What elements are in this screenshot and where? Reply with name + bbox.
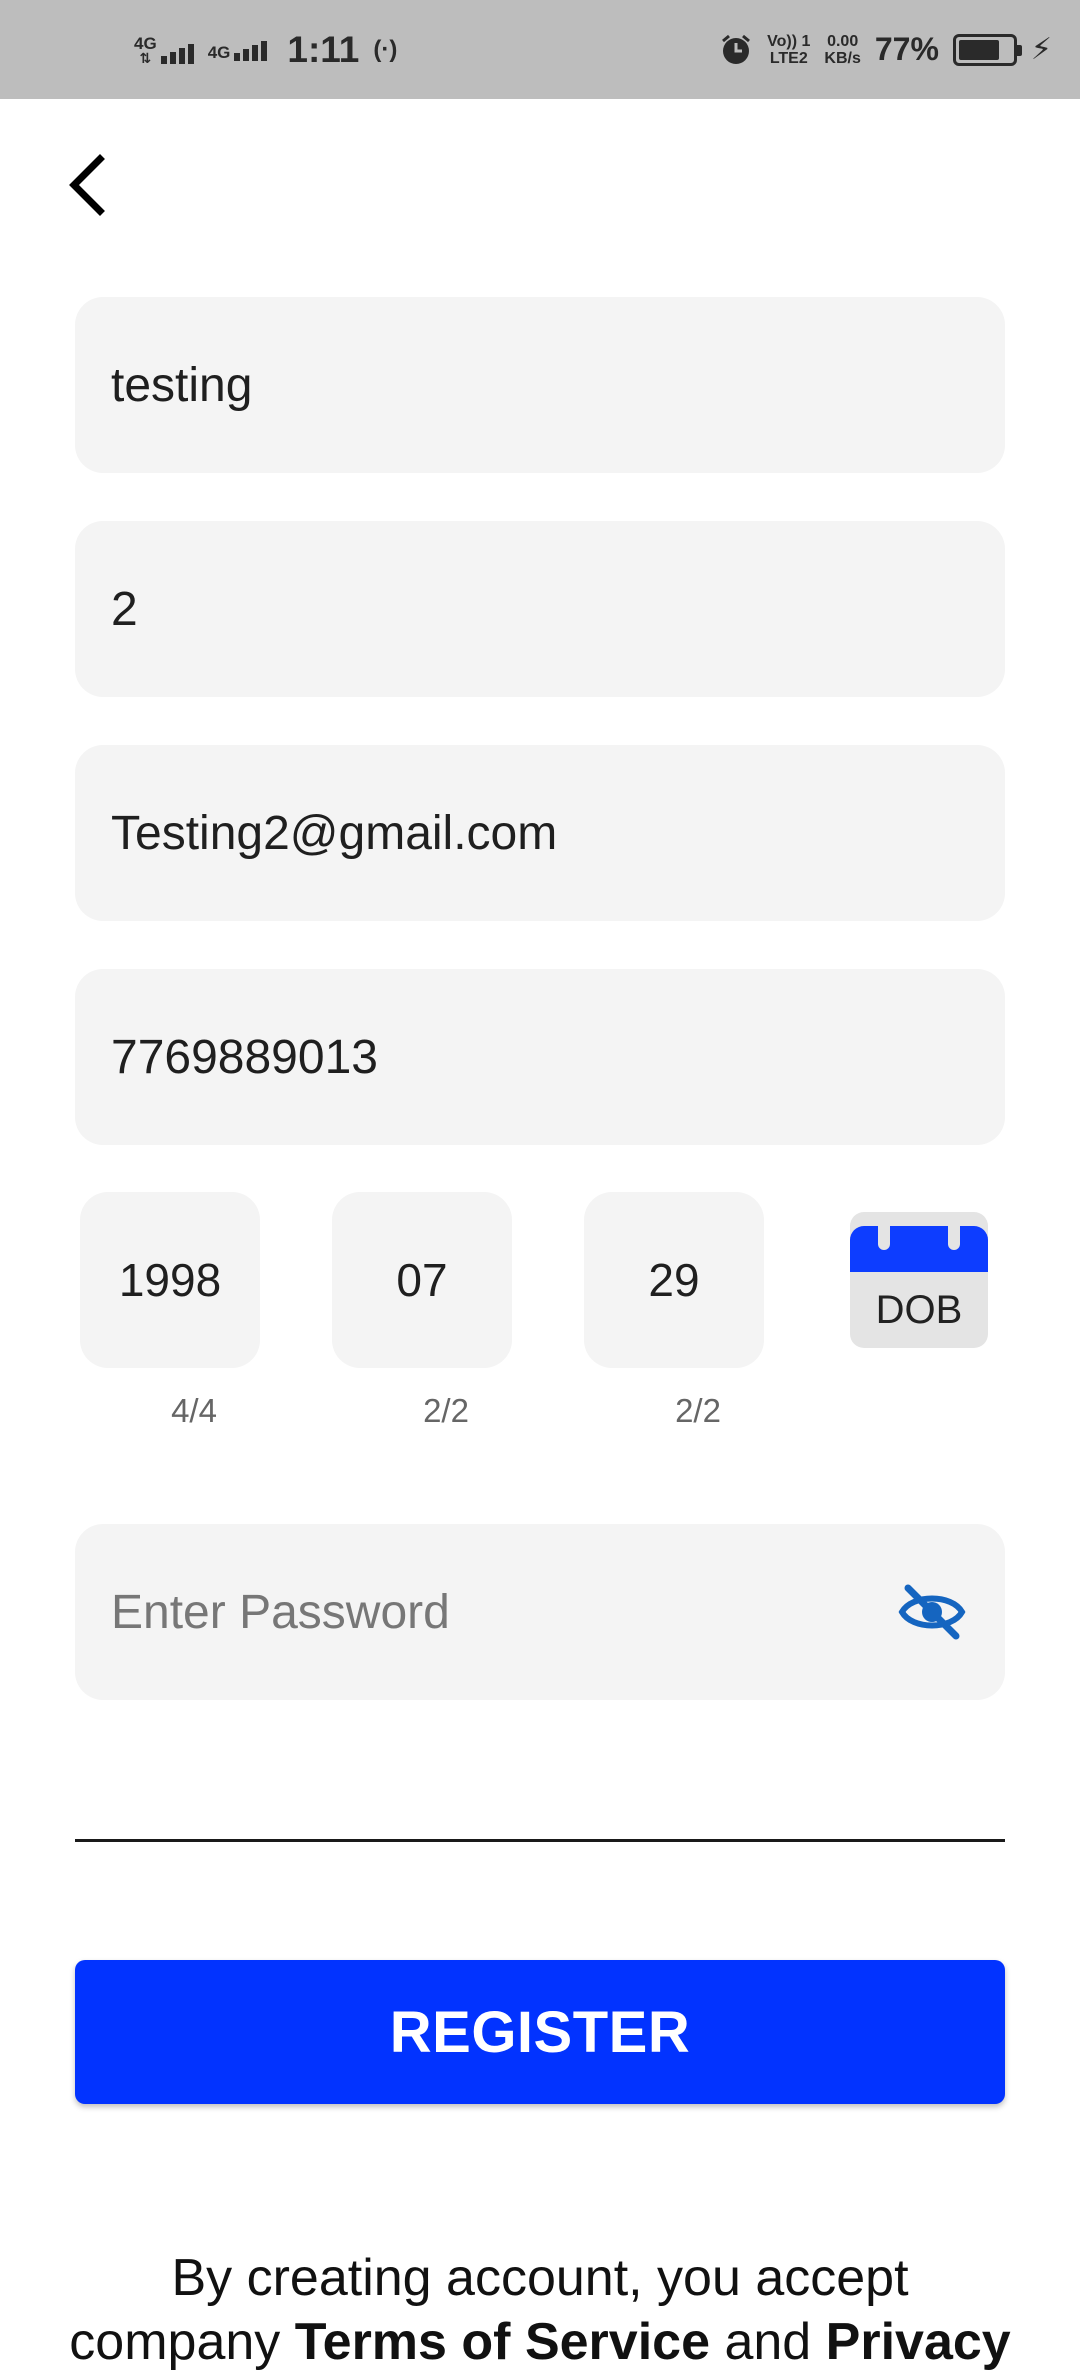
network-indicator-1: 4G ⇅ [134, 35, 194, 66]
status-bar-left: 4G ⇅ 4G 1:11 (·) [134, 0, 397, 99]
calendar-ring [878, 1212, 890, 1250]
phone-field[interactable]: 7769889013 [75, 969, 1005, 1145]
dob-day-counter: 2/2 [675, 1392, 721, 1429]
net-speed: 0.00 KB/s [824, 33, 860, 67]
charging-icon: ⚡ [1030, 33, 1052, 66]
dob-year-field[interactable]: 1998 [80, 1192, 260, 1368]
password-placeholder: Enter Password [111, 1585, 450, 1639]
terms-text: By creating account, you accept company … [40, 2246, 1040, 2374]
signal-bars-icon [160, 42, 194, 64]
register-button[interactable]: REGISTER [75, 1960, 1005, 2104]
register-label: REGISTER [389, 1999, 691, 2065]
volte-label: Vo)) 1 [767, 32, 811, 50]
privacy-link[interactable]: Privacy [826, 2313, 1011, 2371]
signal-bars-icon [234, 39, 268, 61]
chevron-left-icon [69, 154, 105, 216]
last-name-field[interactable]: 2 [75, 521, 1005, 697]
back-button[interactable] [50, 140, 122, 230]
terms-and: and [710, 2313, 826, 2371]
dob-month-value: 07 [396, 1254, 448, 1306]
first-name-value: testing [111, 358, 253, 412]
terms-line-2-prefix: company [69, 2313, 295, 2371]
lte-label: LTE2 [769, 49, 808, 67]
eye-off-icon [898, 1584, 966, 1640]
battery-fill [958, 39, 999, 60]
email-field[interactable]: Testing2@gmail.com [75, 745, 1005, 921]
calendar-icon[interactable]: DOB [850, 1212, 988, 1348]
phone-value: 7769889013 [111, 1030, 378, 1084]
volte-indicator: Vo)) 1 LTE2 [767, 33, 810, 67]
terms-line-2: company Terms of Service and Privacy [40, 2310, 1040, 2374]
dob-month-field[interactable]: 07 [332, 1192, 512, 1368]
password-toggle-button[interactable] [896, 1580, 968, 1644]
net-speed-unit: KB/s [824, 49, 861, 67]
battery-icon [952, 33, 1022, 66]
battery-percent: 77% [874, 31, 939, 67]
divider [75, 1839, 1005, 1842]
status-time: 1:11 [287, 28, 360, 70]
calendar-ring [948, 1212, 960, 1250]
calendar-header [850, 1226, 988, 1272]
dob-year-value: 1998 [118, 1254, 222, 1306]
hotspot-icon: (·) [373, 35, 398, 63]
first-name-field[interactable]: testing [75, 297, 1005, 473]
calendar-label: DOB [875, 1287, 963, 1332]
data-arrows-icon: ⇅ [139, 50, 152, 66]
dob-month-counter: 2/2 [423, 1392, 469, 1429]
network-type-label: 4G [207, 42, 231, 62]
email-value: Testing2@gmail.com [111, 806, 558, 860]
dob-year-counter: 4/4 [171, 1392, 217, 1429]
password-field[interactable]: Enter Password [75, 1524, 1005, 1700]
status-bar-right: Vo)) 1 LTE2 0.00 KB/s 77% ⚡ [719, 0, 1052, 99]
terms-of-service-link[interactable]: Terms of Service [295, 2313, 710, 2371]
dob-day-field[interactable]: 29 [584, 1192, 764, 1368]
last-name-value: 2 [111, 582, 138, 636]
net-speed-value: 0.00 [827, 32, 859, 50]
alarm-icon [722, 34, 751, 64]
terms-line-1: By creating account, you accept [171, 2249, 909, 2307]
dob-day-value: 29 [648, 1254, 700, 1306]
network-indicator-2: 4G [208, 39, 268, 61]
status-bar: 4G ⇅ 4G 1:11 (·) Vo)) 1 LTE2 0.00 KB/s 7… [0, 0, 1080, 99]
